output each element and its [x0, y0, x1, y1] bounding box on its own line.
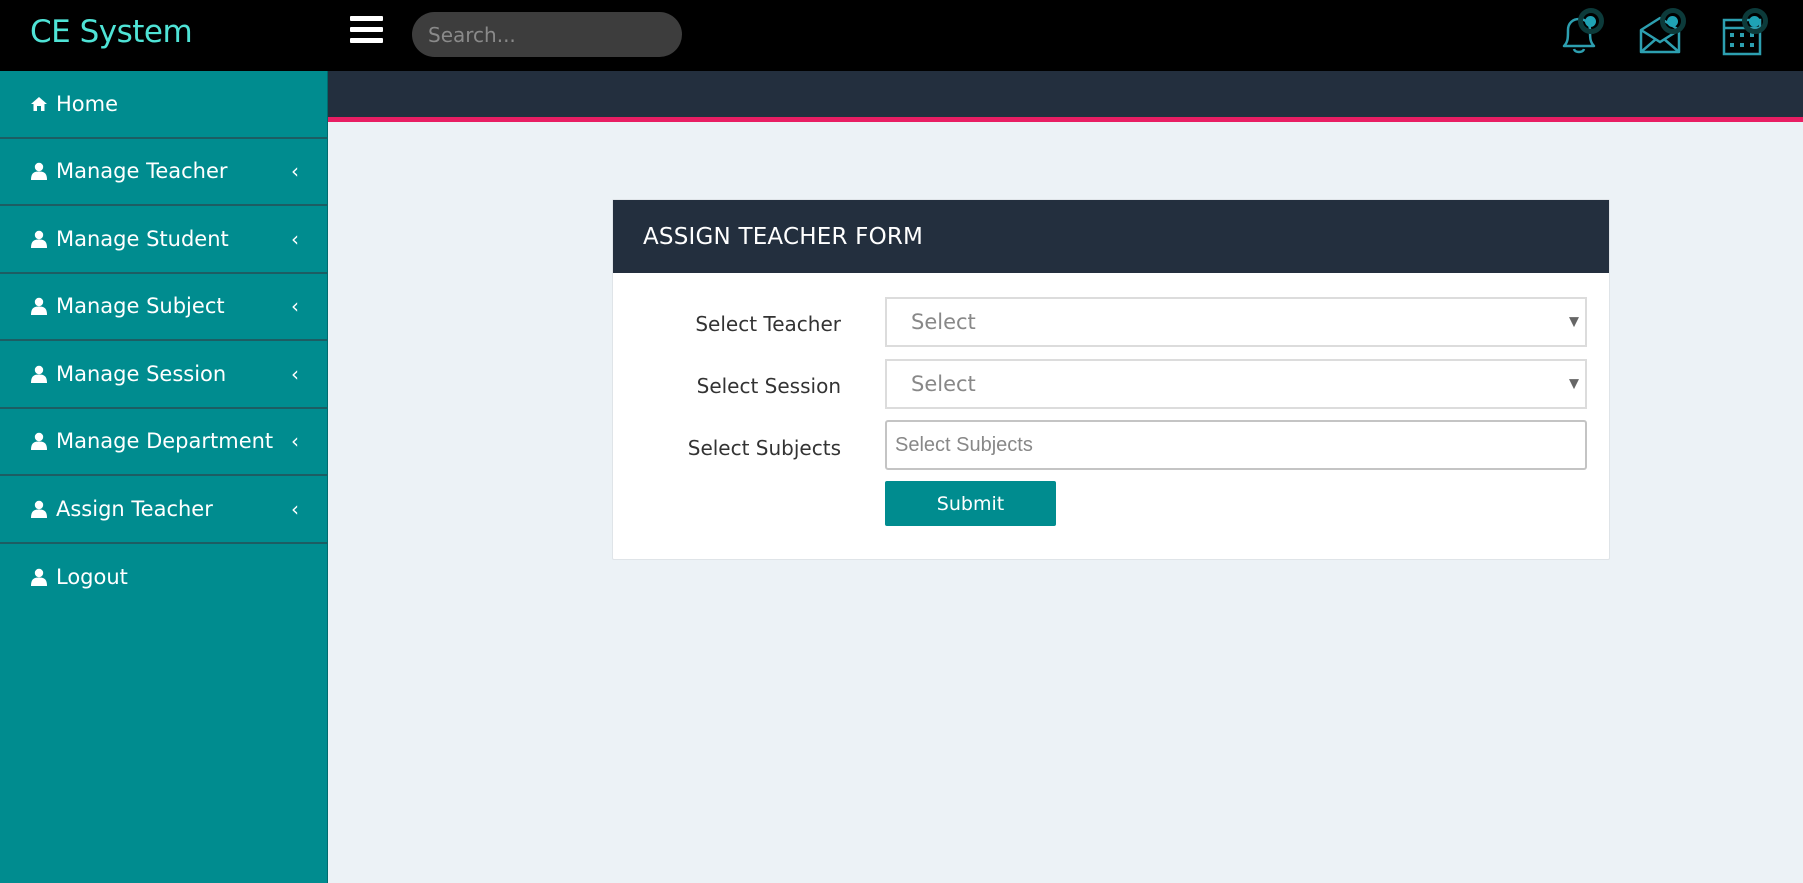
chevron-left-icon: ‹ — [291, 226, 299, 251]
caret-down-icon: ▼ — [1569, 376, 1579, 392]
search-input[interactable] — [412, 12, 682, 57]
sidebar-item-manage-teacher[interactable]: Manage Teacher ‹ — [0, 139, 327, 206]
chevron-left-icon: ‹ — [291, 361, 299, 386]
session-label: Select Session — [696, 374, 841, 398]
session-select[interactable]: Select ▼ — [885, 359, 1587, 409]
user-icon — [30, 500, 48, 518]
chevron-left-icon: ‹ — [291, 496, 299, 521]
sidebar-item-label: Manage Teacher — [56, 159, 228, 184]
sidebar-item-label: Logout — [56, 565, 128, 590]
user-icon — [30, 568, 48, 587]
user-icon — [30, 297, 48, 316]
subjects-label: Select Subjects — [687, 436, 841, 460]
chevron-left-icon: ‹ — [291, 294, 299, 319]
caret-down-icon: ▼ — [1569, 314, 1579, 330]
chevron-left-icon: ‹ — [291, 159, 299, 184]
sidebar-item-label: Manage Student — [56, 226, 229, 251]
content-header-bar — [328, 71, 1803, 117]
sidebar-item-manage-student[interactable]: Manage Student ‹ — [0, 206, 327, 274]
sidebar-item-label: Home — [56, 91, 119, 116]
sidebar-item-manage-department[interactable]: Manage Department ‹ — [0, 409, 327, 476]
session-select-value: Select — [911, 372, 976, 396]
home-icon — [30, 95, 48, 113]
chevron-left-icon: ‹ — [291, 429, 299, 454]
teacher-select[interactable]: Select ▼ — [885, 297, 1587, 347]
submit-button[interactable]: Submit — [885, 481, 1056, 526]
sidebar-item-label: Assign Teacher — [56, 496, 213, 521]
user-icon — [30, 230, 48, 248]
form-title: ASSIGN TEACHER FORM — [613, 200, 1609, 273]
teacher-label: Select Teacher — [695, 312, 841, 336]
subjects-input[interactable] — [885, 420, 1587, 470]
mail-icon[interactable] — [1632, 8, 1688, 60]
assign-teacher-form-card: ASSIGN TEACHER FORM Select Teacher Selec… — [612, 199, 1610, 560]
calendar-icon[interactable] — [1714, 8, 1770, 60]
hamburger-menu-icon[interactable] — [350, 16, 383, 46]
teacher-select-value: Select — [911, 310, 976, 334]
bell-icon[interactable] — [1550, 8, 1606, 60]
user-icon — [30, 162, 48, 181]
accent-divider — [328, 117, 1803, 122]
user-icon — [30, 432, 48, 451]
sidebar-item-label: Manage Subject — [56, 294, 225, 319]
user-icon — [30, 365, 48, 383]
sidebar-item-manage-session[interactable]: Manage Session ‹ — [0, 341, 327, 409]
sidebar-item-logout[interactable]: Logout — [0, 544, 327, 612]
sidebar-item-label: Manage Department — [56, 429, 274, 454]
sidebar-item-assign-teacher[interactable]: Assign Teacher ‹ — [0, 476, 327, 544]
top-navbar: CE System — [0, 0, 1803, 71]
sidebar-nav: Home Manage Teacher ‹ Manage Student ‹ M… — [0, 71, 328, 883]
sidebar-item-manage-subject[interactable]: Manage Subject ‹ — [0, 274, 327, 341]
sidebar-item-home[interactable]: Home — [0, 71, 327, 139]
sidebar-item-label: Manage Session — [56, 361, 227, 386]
brand-logo[interactable]: CE System — [30, 14, 193, 50]
